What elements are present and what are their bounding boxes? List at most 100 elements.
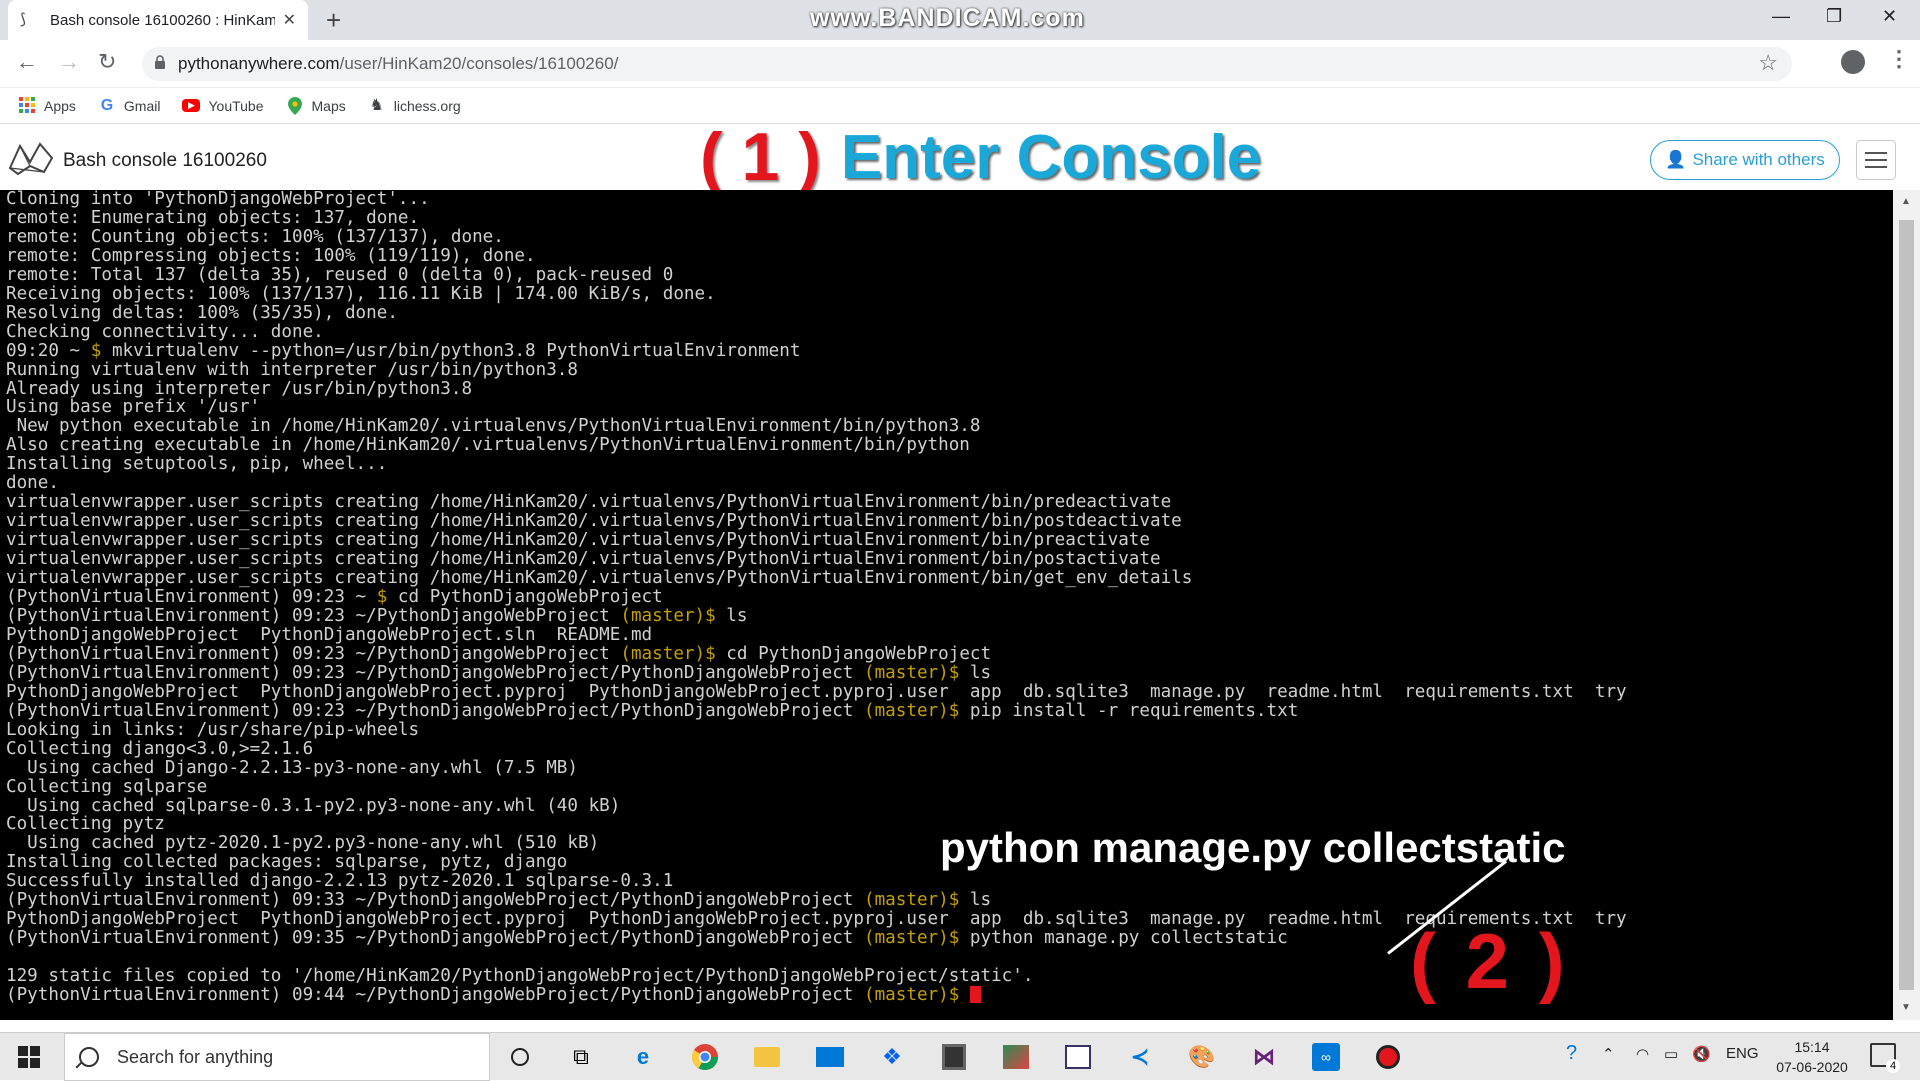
bookmark-apps[interactable]: Apps (18, 96, 76, 115)
annotation-step-2: ( 2 ) (1410, 917, 1569, 1005)
window-close-icon[interactable]: ✕ (1882, 6, 1897, 27)
terminal-line: Successfully installed django-2.2.13 pyt… (6, 871, 673, 891)
edge-icon[interactable]: e (627, 1041, 659, 1073)
line-text: Collecting sqlparse (6, 776, 208, 797)
share-with-others-button[interactable]: 👤 Share with others (1650, 140, 1840, 180)
cortana-icon[interactable] (504, 1041, 536, 1073)
terminal-line: 129 static files copied to '/home/HinKam… (6, 966, 1033, 986)
terminal-line: (PythonVirtualEnvironment) 09:23 ~/Pytho… (6, 644, 991, 664)
forward-arrow-icon[interactable]: → (58, 49, 80, 75)
bookmark-star-icon[interactable]: ☆ (1758, 50, 1778, 76)
address-bar[interactable]: pythonanywhere.com/user/HinKam20/console… (142, 47, 1792, 81)
prompt-dollar: $ (705, 605, 727, 626)
google-icon: G (100, 96, 114, 114)
line-text: Resolving deltas: 100% (35/35), done. (6, 302, 398, 323)
scrollbar-thumb[interactable] (1899, 220, 1914, 990)
terminal-line: Receiving objects: 100% (137/137), 116.1… (6, 284, 716, 304)
line-text: Installing collected packages: sqlparse,… (6, 852, 568, 873)
maps-pin-icon (286, 96, 304, 115)
bookmarks-bar: Apps G Gmail ▶ YouTube Maps ♞ lichess.or… (0, 88, 1920, 124)
bandicam-icon[interactable]: ∞ (1310, 1041, 1342, 1073)
back-arrow-icon[interactable]: ← (16, 49, 38, 75)
dropbox-icon[interactable]: ❖ (876, 1041, 908, 1073)
chevron-up-icon[interactable]: ⌃ (1602, 1045, 1615, 1063)
help-icon[interactable]: ? (1566, 1042, 1577, 1065)
bash-console-terminal[interactable]: Cloning into 'PythonDjangoWebProject'...… (0, 190, 1893, 1020)
prompt-dollar: $ (948, 985, 970, 1006)
terminal-line: Resolving deltas: 100% (35/35), done. (6, 303, 398, 323)
mail-icon[interactable] (814, 1041, 846, 1073)
bookmark-label: YouTube (208, 97, 264, 114)
prompt-path: (PythonVirtualEnvironment) 09:44 ~/Pytho… (6, 985, 864, 1006)
bookmark-gmail[interactable]: G Gmail (98, 97, 161, 115)
profile-avatar-icon[interactable] (1841, 50, 1865, 74)
scroll-down-icon[interactable]: ▼ (1901, 1002, 1911, 1013)
hamburger-menu-icon[interactable] (1856, 140, 1896, 180)
snipping-icon[interactable] (1062, 1041, 1094, 1073)
new-tab-button[interactable]: + (326, 6, 341, 34)
scroll-up-icon[interactable]: ▲ (1901, 196, 1911, 207)
tab-close-icon[interactable]: ✕ (283, 10, 296, 30)
prompt-branch: (master) (620, 643, 706, 664)
bookmark-maps[interactable]: Maps (286, 96, 346, 115)
annotation-text: Enter Console (840, 122, 1262, 192)
paint-icon[interactable]: 🎨 (1186, 1041, 1218, 1073)
line-text: virtualenvwrapper.user_scripts creating … (6, 492, 1172, 513)
maximize-icon[interactable]: ❐ (1826, 6, 1842, 27)
wifi-icon[interactable]: ◠ (1636, 1045, 1649, 1063)
file-explorer-icon[interactable] (751, 1041, 783, 1073)
line-text: ls (726, 605, 748, 626)
lichess-icon: ♞ (369, 96, 384, 114)
prompt-dollar: $ (705, 643, 727, 664)
reload-icon[interactable]: ↻ (98, 49, 116, 75)
terminal-line: PythonDjangoWebProject PythonDjangoWebPr… (6, 625, 652, 645)
vscode-icon[interactable]: ≺ (1124, 1041, 1156, 1073)
terminal-line: Using cached sqlparse-0.3.1-py2.py3-none… (6, 796, 620, 816)
terminal-line: (PythonVirtualEnvironment) 09:23 ~/Pytho… (6, 606, 747, 626)
terminal-line: remote: Total 137 (delta 35), reused 0 (… (6, 265, 673, 285)
prompt-dollar: $ (948, 700, 970, 721)
bookmark-label: Maps (311, 97, 346, 114)
bookmark-youtube[interactable]: ▶ YouTube (182, 97, 264, 114)
language-indicator[interactable]: ENG (1726, 1045, 1759, 1062)
apps-grid-icon (18, 96, 36, 115)
prompt-path: (PythonVirtualEnvironment) 09:23 ~/Pytho… (6, 700, 864, 721)
windows-start-icon[interactable] (18, 1046, 40, 1068)
speaker-muted-icon[interactable]: 🔇 (1692, 1045, 1711, 1063)
line-text: Running virtualenv with interpreter /usr… (6, 359, 578, 380)
search-icon (79, 1047, 99, 1067)
prompt-branch: (master) (863, 700, 949, 721)
line-text: Successfully installed django-2.2.13 pyt… (6, 871, 674, 892)
record-icon[interactable] (1372, 1041, 1404, 1073)
annotation-command: python manage.py collectstatic (940, 824, 1566, 871)
browser-tab-bar: ⟆ Bash console 16100260 : HinKam ✕ + www… (0, 0, 1920, 40)
bookmark-lichess[interactable]: ♞ lichess.org (368, 97, 461, 115)
chrome-icon[interactable] (689, 1041, 721, 1073)
console-header: Bash console 16100260 ( 1 ) Enter Consol… (0, 119, 1920, 195)
taskbar-search-box[interactable]: Search for anything (64, 1033, 490, 1081)
line-text: PythonDjangoWebProject PythonDjangoWebPr… (6, 681, 1627, 702)
notification-center-icon[interactable]: 4 (1870, 1043, 1900, 1073)
share-label: Share with others (1692, 150, 1825, 169)
system-clock[interactable]: 15:14 07-06-2020 (1772, 1037, 1852, 1077)
task-view-icon[interactable]: ⧉ (565, 1041, 597, 1073)
browser-menu-icon[interactable]: ⋮ (1888, 46, 1910, 72)
line-text: Receiving objects: 100% (137/137), 116.1… (6, 283, 716, 304)
minimize-icon[interactable]: — (1772, 6, 1790, 27)
photos-icon[interactable] (1000, 1041, 1032, 1073)
terminal-line: Installing setuptools, pip, wheel... (6, 454, 387, 474)
terminal-scrollbar[interactable]: ▲ ▼ (1893, 190, 1920, 1020)
recording-watermark: www.BANDICAM.com (810, 4, 1085, 32)
line-text: mkvirtualenv --python=/usr/bin/python3.8… (111, 340, 801, 361)
terminal-line: Using cached pytz-2020.1-py2.py3-none-an… (6, 833, 599, 853)
terminal-line: (PythonVirtualEnvironment) 09:23 ~ $ cd … (6, 587, 663, 607)
terminal-line: PythonDjangoWebProject PythonDjangoWebPr… (6, 682, 1627, 702)
visual-studio-icon[interactable]: ⋈ (1248, 1041, 1280, 1073)
calculator-icon[interactable] (938, 1041, 970, 1073)
terminal-line: done. (6, 473, 59, 493)
prompt-dollar: $ (948, 662, 970, 683)
browser-tab-active[interactable]: ⟆ Bash console 16100260 : HinKam ✕ (8, 0, 308, 40)
battery-icon[interactable]: ▭ (1664, 1045, 1678, 1063)
line-text: Also creating executable in /home/HinKam… (6, 435, 970, 456)
prompt-dollar: $ (948, 928, 970, 949)
